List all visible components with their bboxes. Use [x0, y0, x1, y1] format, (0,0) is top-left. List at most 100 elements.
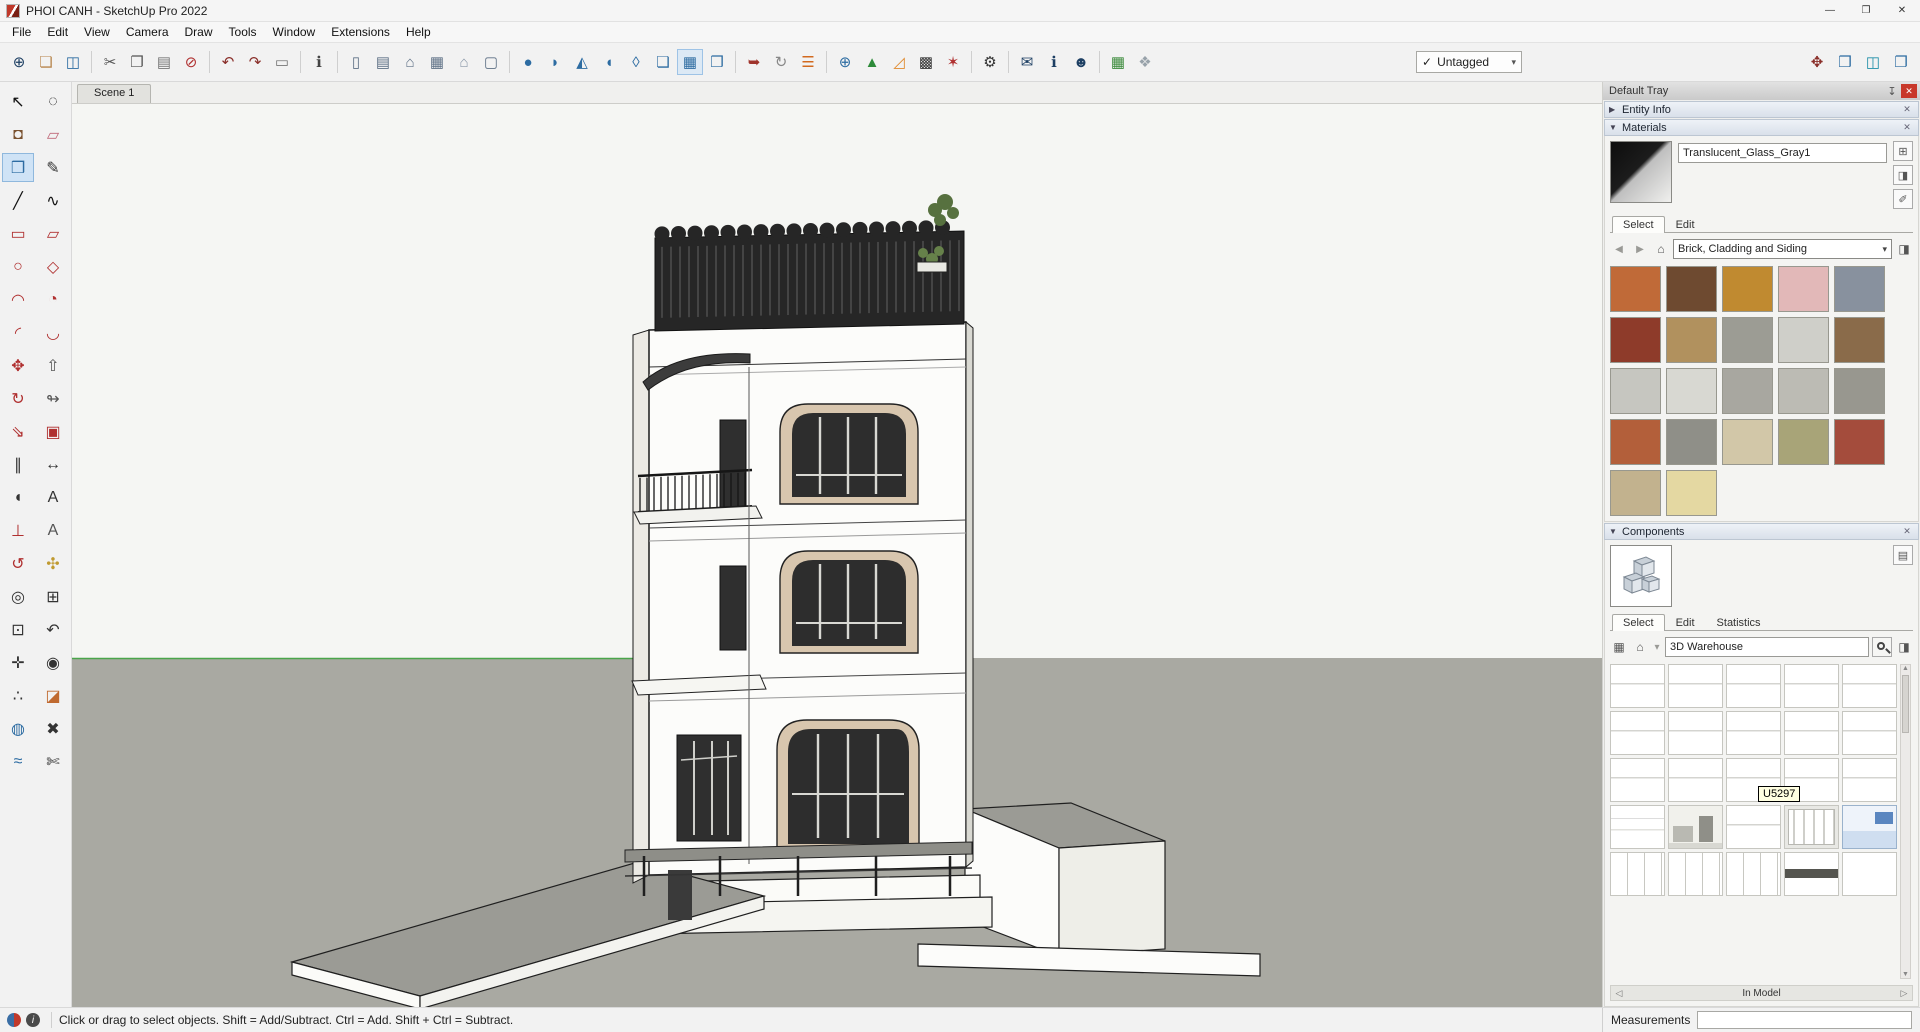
zoom-window-icon[interactable]: ⊞ [37, 582, 69, 611]
redo-icon[interactable]: ↷ [242, 49, 268, 75]
geo-status-icon[interactable] [7, 1013, 21, 1027]
panel-shape-icon[interactable]: ❏ [650, 49, 676, 75]
menu-camera[interactable]: Camera [118, 23, 177, 41]
menu-file[interactable]: File [4, 23, 39, 41]
polygon-icon[interactable]: ◇ [37, 252, 69, 281]
circle-icon[interactable]: ○ [2, 252, 34, 281]
pan-icon[interactable]: ✣ [37, 549, 69, 578]
tray-close-button[interactable]: ✕ [1901, 84, 1917, 98]
component-thumb[interactable] [1610, 664, 1665, 708]
layers-tool-icon[interactable]: ≈ [2, 747, 34, 776]
3d-text-icon[interactable]: A [37, 516, 69, 545]
next-page-icon[interactable]: ▷ [1896, 988, 1912, 999]
make-component-icon[interactable]: ❒ [2, 153, 34, 182]
follow-me-icon[interactable]: ↬ [37, 384, 69, 413]
component-thumb[interactable] [1668, 805, 1723, 849]
minimize-button[interactable]: — [1812, 0, 1848, 21]
details-pane-icon[interactable]: ◨ [1895, 240, 1913, 258]
material-swatch[interactable] [1778, 266, 1829, 312]
prev-page-icon[interactable]: ◁ [1611, 988, 1627, 999]
components-header[interactable]: ▼ Components ✕ [1604, 523, 1919, 540]
info-status-icon[interactable]: i [26, 1013, 40, 1027]
walk-icon[interactable]: ∴ [2, 681, 34, 710]
export-icon[interactable]: ➥ [741, 49, 767, 75]
previous-view-icon[interactable]: ↶ [37, 615, 69, 644]
material-swatch[interactable] [1610, 470, 1661, 516]
erase-delete-icon[interactable]: ⊘ [178, 49, 204, 75]
menu-tools[interactable]: Tools [221, 23, 265, 41]
floor-plan-icon[interactable]: ▢ [478, 49, 504, 75]
components-scrollbar[interactable]: ▲ ▼ [1900, 664, 1911, 979]
material-swatch[interactable] [1834, 368, 1885, 414]
material-swatch[interactable] [1666, 317, 1717, 363]
photo-match-icon[interactable]: ✶ [940, 49, 966, 75]
component-thumb[interactable] [1784, 711, 1839, 755]
rotated-rectangle-icon[interactable]: ▱ [37, 219, 69, 248]
lasso-icon[interactable]: ◌ [37, 87, 69, 116]
new-model-icon[interactable]: ⊕ [6, 49, 32, 75]
checker-material-icon[interactable]: ▩ [913, 49, 939, 75]
about-info-icon[interactable]: ℹ [1041, 49, 1067, 75]
menu-edit[interactable]: Edit [39, 23, 76, 41]
material-swatch[interactable] [1778, 317, 1829, 363]
material-swatch[interactable] [1666, 368, 1717, 414]
home-caret-icon[interactable]: ▾ [1652, 638, 1662, 656]
component-thumb[interactable] [1784, 805, 1839, 849]
material-swatch[interactable] [1778, 368, 1829, 414]
material-swatch[interactable] [1666, 419, 1717, 465]
component-thumb[interactable] [1842, 664, 1897, 708]
send-to-layout-icon[interactable]: ☰ [795, 49, 821, 75]
half-shell-shape-icon[interactable]: ◗ [542, 49, 568, 75]
orbit-icon[interactable]: ↺ [2, 549, 34, 578]
offset-icon[interactable]: ▣ [37, 417, 69, 446]
materials-tab-select[interactable]: Select [1612, 216, 1665, 233]
arc-icon[interactable]: ◠ [2, 285, 34, 314]
paint-bucket-icon[interactable]: ◘ [2, 120, 34, 149]
component-thumb[interactable] [1842, 758, 1897, 802]
undo-icon[interactable]: ↶ [215, 49, 241, 75]
scroll-down-icon[interactable]: ▼ [1901, 971, 1910, 978]
menu-help[interactable]: Help [398, 23, 439, 41]
menu-window[interactable]: Window [265, 23, 324, 41]
expand-arrow-icon[interactable]: ▶ [1609, 105, 1622, 114]
maximize-button[interactable]: ❐ [1848, 0, 1884, 21]
move-icon[interactable]: ✥ [2, 351, 34, 380]
display-secondary-pane-button[interactable]: ◨ [1893, 165, 1913, 185]
sphere-shape-icon[interactable]: ● [515, 49, 541, 75]
close-button[interactable]: ✕ [1884, 0, 1920, 21]
details-pane-icon[interactable]: ◨ [1895, 638, 1913, 656]
section-plane-icon[interactable]: ◪ [37, 681, 69, 710]
close-tool-icon[interactable]: ✖ [37, 714, 69, 743]
account-person-icon[interactable]: ☻ [1068, 49, 1094, 75]
component-thumb[interactable] [1842, 852, 1897, 896]
create-material-button[interactable]: ⊞ [1893, 141, 1913, 161]
component-thumb[interactable] [1842, 711, 1897, 755]
material-swatch[interactable] [1834, 317, 1885, 363]
component-thumb[interactable] [1668, 664, 1723, 708]
materials-header[interactable]: ▼ Materials ✕ [1604, 119, 1919, 136]
components-close-icon[interactable]: ✕ [1900, 526, 1914, 537]
component-thumb[interactable] [1726, 852, 1781, 896]
components-home-icon[interactable]: ⌂ [1631, 638, 1649, 656]
component-thumb[interactable] [1610, 852, 1665, 896]
tag-dropdown[interactable]: ✓ Untagged ▾ [1416, 51, 1522, 73]
scale-icon[interactable]: ⇘ [2, 417, 34, 446]
material-swatch[interactable] [1778, 419, 1829, 465]
facet-shape-icon[interactable]: ◊ [623, 49, 649, 75]
component-thumb[interactable] [1668, 852, 1723, 896]
push-pull-icon[interactable]: ⇧ [37, 351, 69, 380]
materials-tab-edit[interactable]: Edit [1665, 216, 1706, 233]
position-camera-icon[interactable]: ✛ [2, 648, 34, 677]
prism-shape-icon[interactable]: ◭ [569, 49, 595, 75]
pie-icon[interactable]: ◔ [37, 285, 69, 314]
scroll-thumb[interactable] [1902, 675, 1909, 733]
add-location-icon[interactable]: ⊕ [832, 49, 858, 75]
warehouse-building-icon[interactable]: ▦ [424, 49, 450, 75]
material-swatch[interactable] [1722, 266, 1773, 312]
in-model-home-icon[interactable]: ⌂ [1652, 240, 1670, 258]
component-thumb[interactable] [1668, 711, 1723, 755]
material-swatch[interactable] [1610, 317, 1661, 363]
hatch-pattern-icon[interactable]: ▦ [677, 49, 703, 75]
pages-icon[interactable]: ▤ [370, 49, 396, 75]
collapse-arrow-icon[interactable]: ▼ [1609, 527, 1622, 536]
